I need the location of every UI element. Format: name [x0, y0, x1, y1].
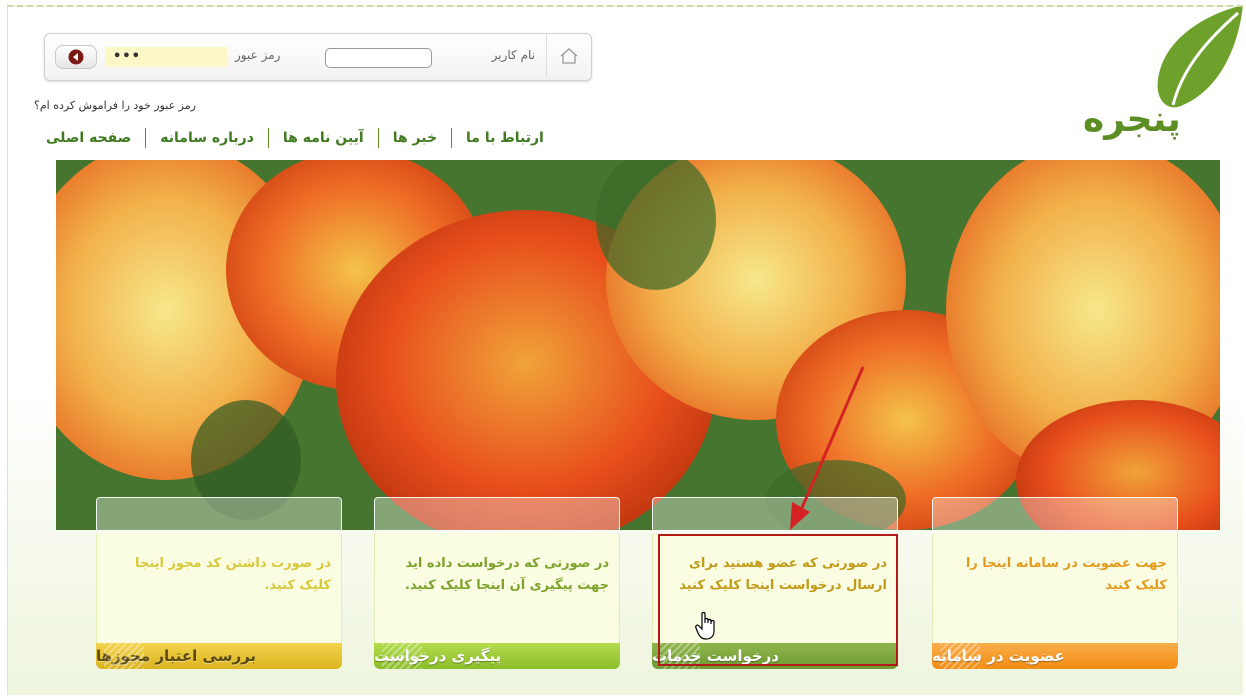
forgot-password-link[interactable]: رمز عبور خود را فراموش کرده ام؟	[34, 99, 196, 112]
password-input[interactable]: •••	[105, 47, 227, 67]
username-input[interactable]	[325, 48, 432, 68]
login-submit-button[interactable]	[55, 45, 97, 69]
card-membership[interactable]: جهت عضویت در سامانه اینجا را کلیک کنید ع…	[932, 497, 1178, 677]
nav-item-news[interactable]: خبر ها	[379, 130, 451, 146]
card-license-check-button[interactable]: بررسی اعتبار مجوزها	[96, 643, 342, 669]
login-bar: نام کاربر رمز عبور •••	[44, 33, 592, 81]
card-license-check[interactable]: در صورت داشتن کد مجوز اینجا کلیک کنید. ب…	[96, 497, 342, 677]
nav-divider	[377, 128, 379, 148]
card-description: در صورت داشتن کد مجوز اینجا کلیک کنید.	[135, 556, 331, 593]
nav-item-regulations[interactable]: آیین نامه ها	[269, 130, 378, 146]
annotation-arrow-icon	[790, 366, 865, 530]
arrow-left-icon	[68, 49, 84, 65]
username-label: نام کاربر	[491, 48, 535, 62]
page-frame: پنجره نام کاربر رمز عبور ••• رمز عبور خو…	[7, 5, 1243, 695]
nav-divider	[267, 128, 269, 148]
home-icon	[560, 48, 578, 64]
nav-divider	[145, 128, 147, 148]
card-track-request[interactable]: در صورتی که درخواست داده اید جهت پیگیری …	[374, 497, 620, 677]
logo-text[interactable]: پنجره	[1083, 102, 1181, 138]
card-description: در صورتی که درخواست داده اید جهت پیگیری …	[405, 556, 609, 593]
nav-divider	[451, 128, 453, 148]
main-nav: صفحه اصلی درباره سامانه آیین نامه ها خبر…	[32, 125, 692, 151]
card-track-request-button[interactable]: پیگیری درخواست	[374, 643, 620, 669]
nav-item-contact[interactable]: ارتباط با ما	[452, 130, 558, 146]
hand-cursor-icon	[695, 611, 715, 640]
highlight-box	[658, 534, 898, 666]
nav-item-home[interactable]: صفحه اصلی	[32, 130, 145, 146]
password-label: رمز عبور	[235, 48, 281, 62]
card-description: جهت عضویت در سامانه اینجا را کلیک کنید	[965, 556, 1167, 593]
banner-image	[56, 160, 1220, 530]
nav-item-about[interactable]: درباره سامانه	[146, 130, 268, 146]
home-button[interactable]	[546, 34, 591, 78]
card-membership-button[interactable]: عضویت در سامانه	[932, 643, 1178, 669]
